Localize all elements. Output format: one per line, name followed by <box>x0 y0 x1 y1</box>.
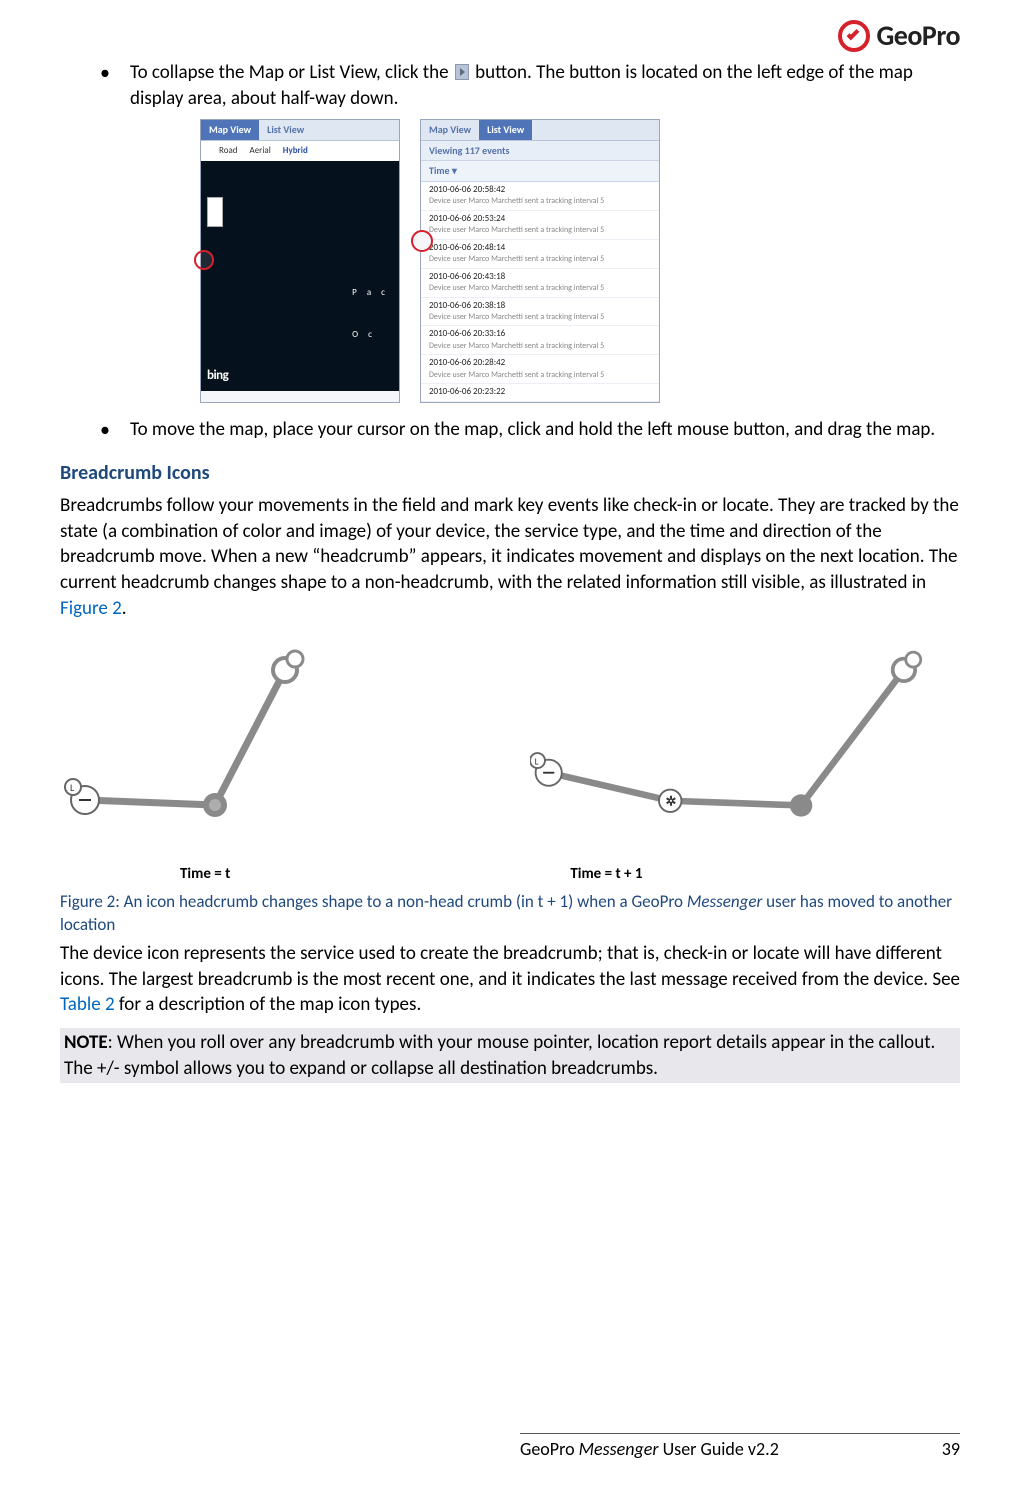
list-row: 2010-06-06 20:43:18Device user Marco Mar… <box>421 269 659 298</box>
figure-2-caption: Figure 2: An icon headcrumb changes shap… <box>60 891 960 937</box>
heading-breadcrumb-icons: Breadcrumb Icons <box>60 461 960 485</box>
list-row: 2010-06-06 20:28:42Device user Marco Mar… <box>421 355 659 384</box>
map-type-road: Road <box>219 145 238 157</box>
brand-name: GeoPro <box>876 18 960 53</box>
diagram-time-t-plus-1: L ✲ <box>530 635 960 845</box>
document-page: GeoPro To collapse the Map or List View,… <box>0 0 1020 1490</box>
logo-mark-icon <box>838 20 870 52</box>
collapse-button-icon <box>455 64 469 80</box>
svg-text:L: L <box>535 756 539 768</box>
tab-list-view: List View <box>479 120 532 140</box>
page-footer: GeoPro Messenger User Guide v2.2 39 <box>520 1433 960 1460</box>
map-overlay-text: P a c O c <box>352 287 389 341</box>
list-row: 2010-06-06 20:58:42Device user Marco Mar… <box>421 182 659 211</box>
list-row: 2010-06-06 20:48:14Device user Marco Mar… <box>421 240 659 269</box>
tab-map-view: Map View <box>201 120 259 140</box>
map-canvas: P a c O c bing <box>201 161 399 391</box>
para-device-icon: The device icon represents the service u… <box>60 941 960 1018</box>
list-row: 2010-06-06 20:38:18Device user Marco Mar… <box>421 298 659 327</box>
note-label: NOTE <box>64 1031 108 1054</box>
para-breadcrumb-intro: Breadcrumbs follow your movements in the… <box>60 493 960 621</box>
bullet-move-map: To move the map, place your cursor on th… <box>100 417 960 443</box>
list-row: 2010-06-06 20:23:22 <box>421 384 659 402</box>
map-type-aerial: Aerial <box>250 145 271 157</box>
screenshot-map-view: Map View List View Road Aerial Hybrid P … <box>200 119 400 403</box>
footer-title: GeoPro Messenger User Guide v2.2 <box>520 1438 779 1460</box>
sort-header-time: Time ▾ <box>421 161 659 182</box>
list-row: 2010-06-06 20:53:24Device user Marco Mar… <box>421 211 659 240</box>
bing-logo: bing <box>207 367 228 385</box>
list-row: 2010-06-06 20:33:16Device user Marco Mar… <box>421 326 659 355</box>
svg-text:✲: ✲ <box>666 794 677 810</box>
map-type-hybrid: Hybrid <box>283 145 308 157</box>
note-text: : When you roll over any breadcrumb with… <box>64 1031 935 1080</box>
caption-time-t: Time = t <box>180 865 230 883</box>
link-figure-2[interactable]: Figure 2 <box>60 597 122 620</box>
page-number: 39 <box>942 1438 960 1460</box>
tab-list-view: List View <box>259 120 312 140</box>
screenshot-group: Map View List View Road Aerial Hybrid P … <box>200 119 940 403</box>
link-table-2[interactable]: Table 2 <box>60 993 115 1016</box>
events-count: Viewing 117 events <box>421 141 659 162</box>
caption-time-t1: Time = t + 1 <box>570 865 642 883</box>
diagram-time-t: L <box>60 635 490 845</box>
screenshot-list-view: Map View List View Viewing 117 events Ti… <box>420 119 660 403</box>
bullet-collapse: To collapse the Map or List View, click … <box>100 60 960 403</box>
note-callout: NOTE: When you roll over any breadcrumb … <box>60 1028 960 1083</box>
zoom-controls-icon <box>207 197 223 227</box>
tab-map-view: Map View <box>421 120 479 140</box>
bullet-collapse-text-a: To collapse the Map or List View, click … <box>130 61 453 84</box>
figure-2: L L <box>60 635 960 937</box>
brand-logo: GeoPro <box>838 18 960 53</box>
